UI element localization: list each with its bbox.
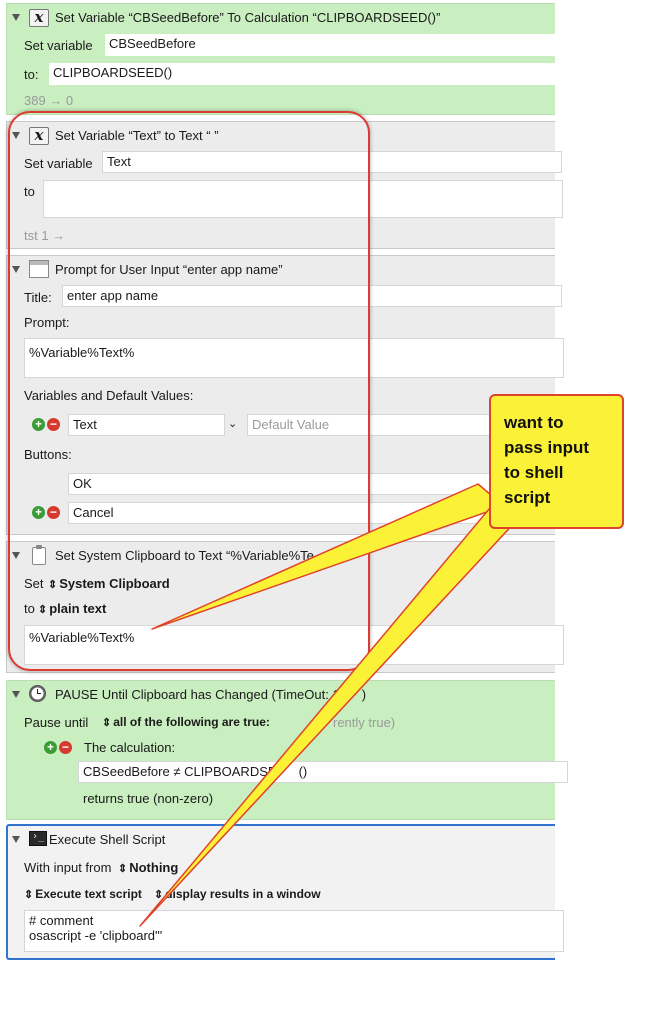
callout-line: want to: [504, 413, 564, 432]
callout-line: script: [504, 488, 551, 507]
callout-note: want to pass input to shell script: [489, 394, 624, 529]
callout-line: pass input: [504, 438, 590, 457]
callout-line: to shell: [504, 463, 564, 482]
